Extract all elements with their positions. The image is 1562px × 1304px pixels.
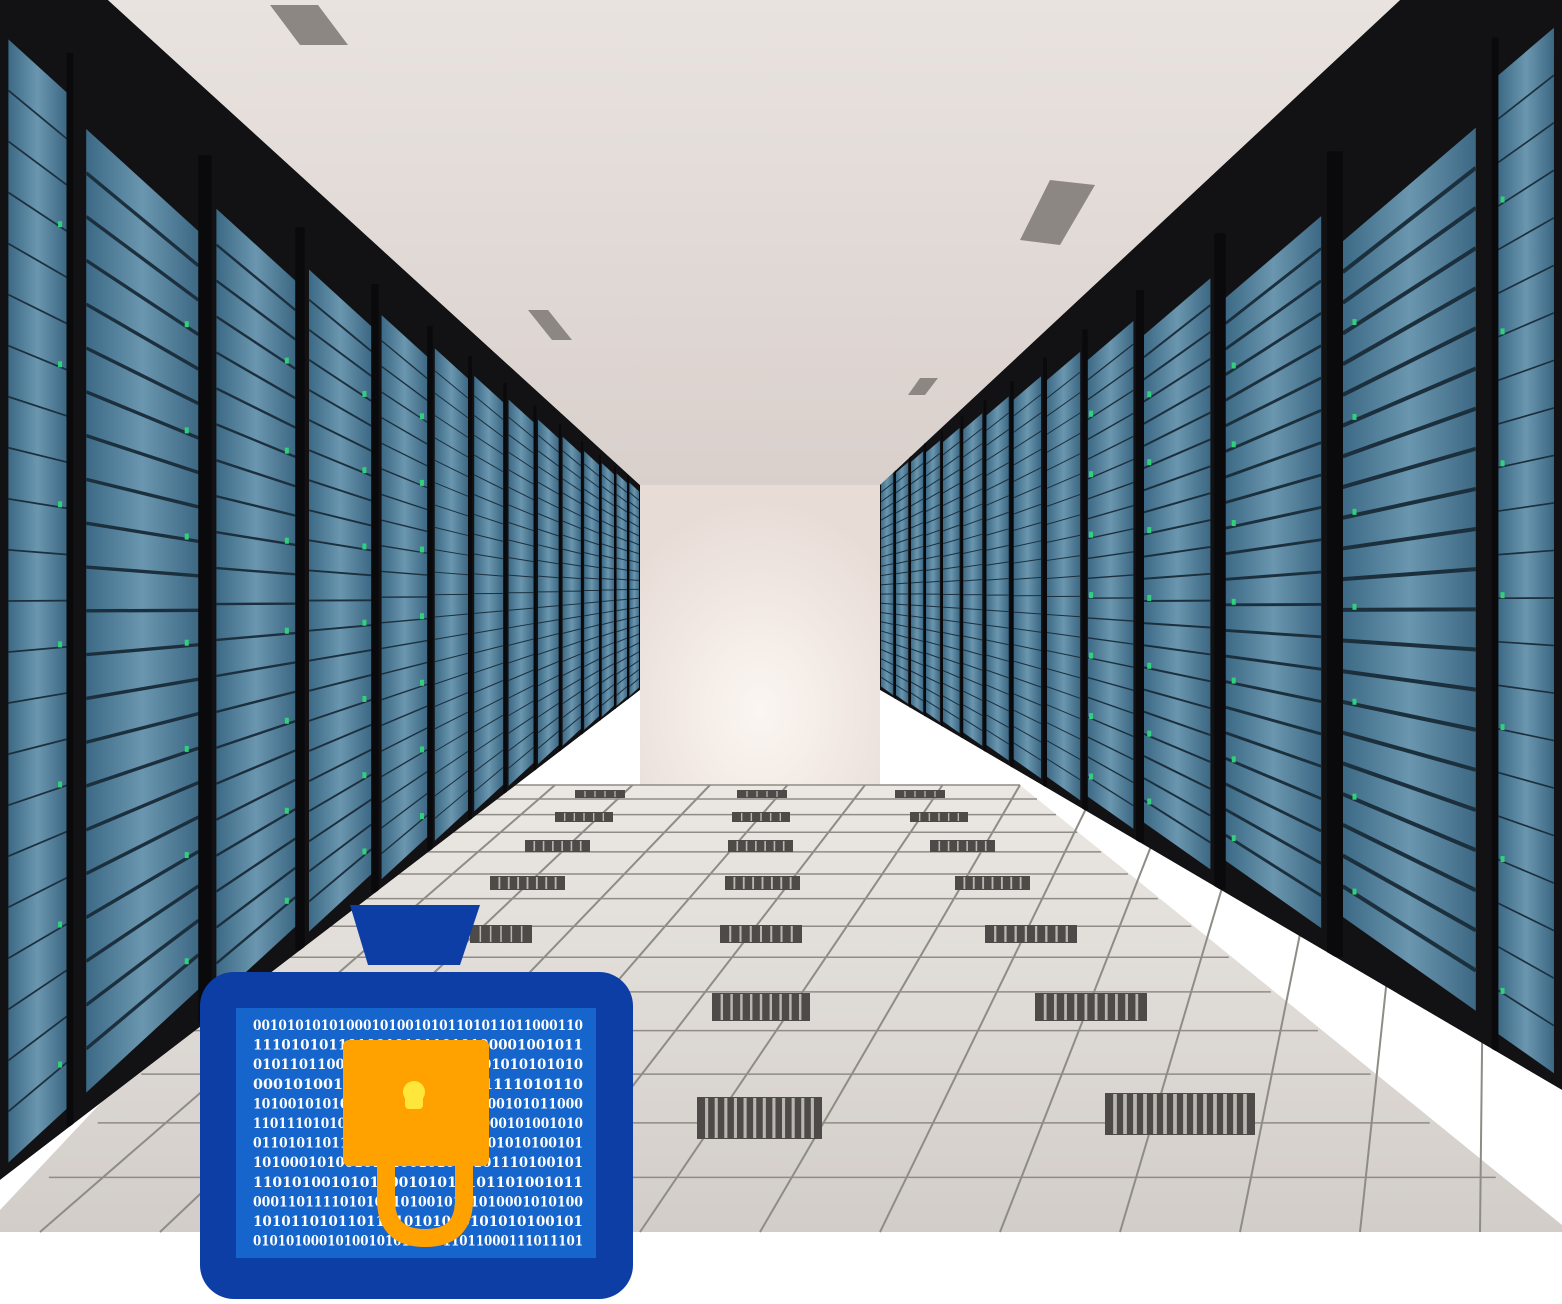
- binary-line: 00011011110101001010010101010001010100: [253, 1194, 583, 1210]
- binary-line: 10101101011011010101010101010100101: [253, 1214, 583, 1230]
- binary-line: 1101010010101000101010101101001011: [253, 1175, 583, 1191]
- badge-cap: [350, 905, 480, 965]
- binary-line: 001010101010001010010101101011011000110: [253, 1018, 583, 1034]
- security-badge: 001010101010001010010101101011011000110 1…: [200, 905, 633, 1299]
